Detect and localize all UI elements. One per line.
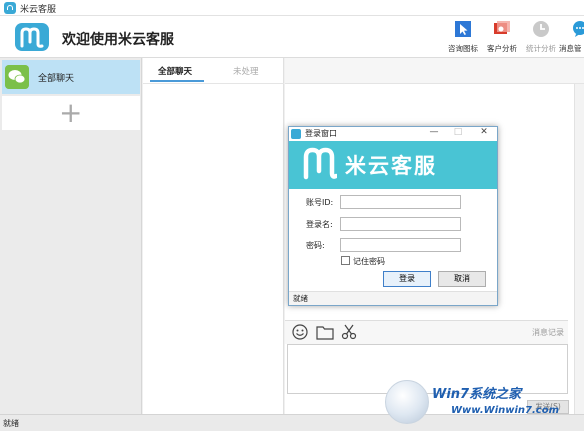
tab-unprocessed[interactable]: 未处理	[233, 65, 259, 77]
dialog-brand-name: 米云客服	[345, 154, 437, 178]
tool-label: 统计分析	[526, 44, 556, 53]
login-button[interactable]: 登录	[383, 271, 431, 287]
remember-password-label: 记住密码	[353, 257, 385, 266]
dialog-logo-icon	[291, 129, 301, 139]
tool-consult-icon-button[interactable]: 咨询图标	[442, 18, 484, 56]
cancel-button[interactable]: 取消	[438, 271, 486, 287]
chat-icon	[573, 21, 584, 37]
chat-header	[285, 58, 584, 84]
app-logo-icon	[4, 2, 16, 14]
session-item-label: 全部聊天	[38, 74, 75, 84]
dialog-minimize-button[interactable]: —	[427, 127, 441, 138]
side-panel-strip	[574, 84, 584, 414]
wechat-icon	[5, 65, 29, 89]
tab-active-indicator	[150, 80, 204, 82]
folder-icon[interactable]	[316, 324, 334, 340]
plus-icon: +	[59, 96, 83, 129]
watermark-logo-icon	[385, 380, 429, 424]
account-id-label: 账号ID:	[306, 198, 334, 207]
remember-password-checkbox[interactable]	[341, 256, 350, 265]
scissors-icon[interactable]	[341, 324, 357, 340]
header-title: 欢迎使用米云客服	[62, 32, 174, 48]
chat-list-pane	[143, 58, 284, 414]
tool-statistics-button[interactable]: 统计分析	[520, 18, 562, 56]
message-input[interactable]	[287, 344, 568, 394]
window-titlebar: 米云客服	[0, 0, 584, 16]
tool-label: 咨询图标	[448, 44, 478, 53]
cursor-icon	[455, 21, 471, 37]
dialog-maximize-button[interactable]: □	[451, 127, 465, 138]
password-label: 密码:	[306, 241, 325, 250]
login-name-input[interactable]	[340, 217, 461, 231]
login-name-label: 登录名:	[306, 220, 333, 229]
password-input[interactable]	[340, 238, 461, 252]
tab-all-chats[interactable]: 全部聊天	[158, 65, 192, 77]
tool-message-manage-button[interactable]: 消息管	[559, 18, 584, 56]
message-history-link[interactable]: 消息记录	[532, 327, 564, 338]
chart-icon	[494, 21, 510, 34]
tool-label: 客户分析	[487, 44, 517, 53]
tool-customer-analysis-button[interactable]: 客户分析	[481, 18, 523, 56]
clock-icon	[533, 21, 549, 37]
brand-logo-icon	[15, 23, 49, 51]
status-bar: 就绪	[0, 414, 584, 431]
status-text: 就绪	[3, 419, 19, 428]
watermark-url: Www.Winwin7.com	[451, 405, 560, 416]
dialog-status-bar	[289, 291, 497, 305]
watermark-text: Win7系统之家	[432, 387, 522, 402]
tool-label: 消息管	[559, 44, 582, 53]
dialog-close-button[interactable]: ✕	[477, 127, 491, 138]
window-title: 米云客服	[20, 5, 57, 15]
divider	[143, 83, 284, 84]
account-id-input[interactable]	[340, 195, 461, 209]
dialog-status-text: 就绪	[293, 294, 308, 303]
emoji-icon[interactable]	[292, 324, 308, 340]
dialog-title: 登录窗口	[305, 129, 337, 138]
brand-logo-icon	[303, 147, 337, 180]
